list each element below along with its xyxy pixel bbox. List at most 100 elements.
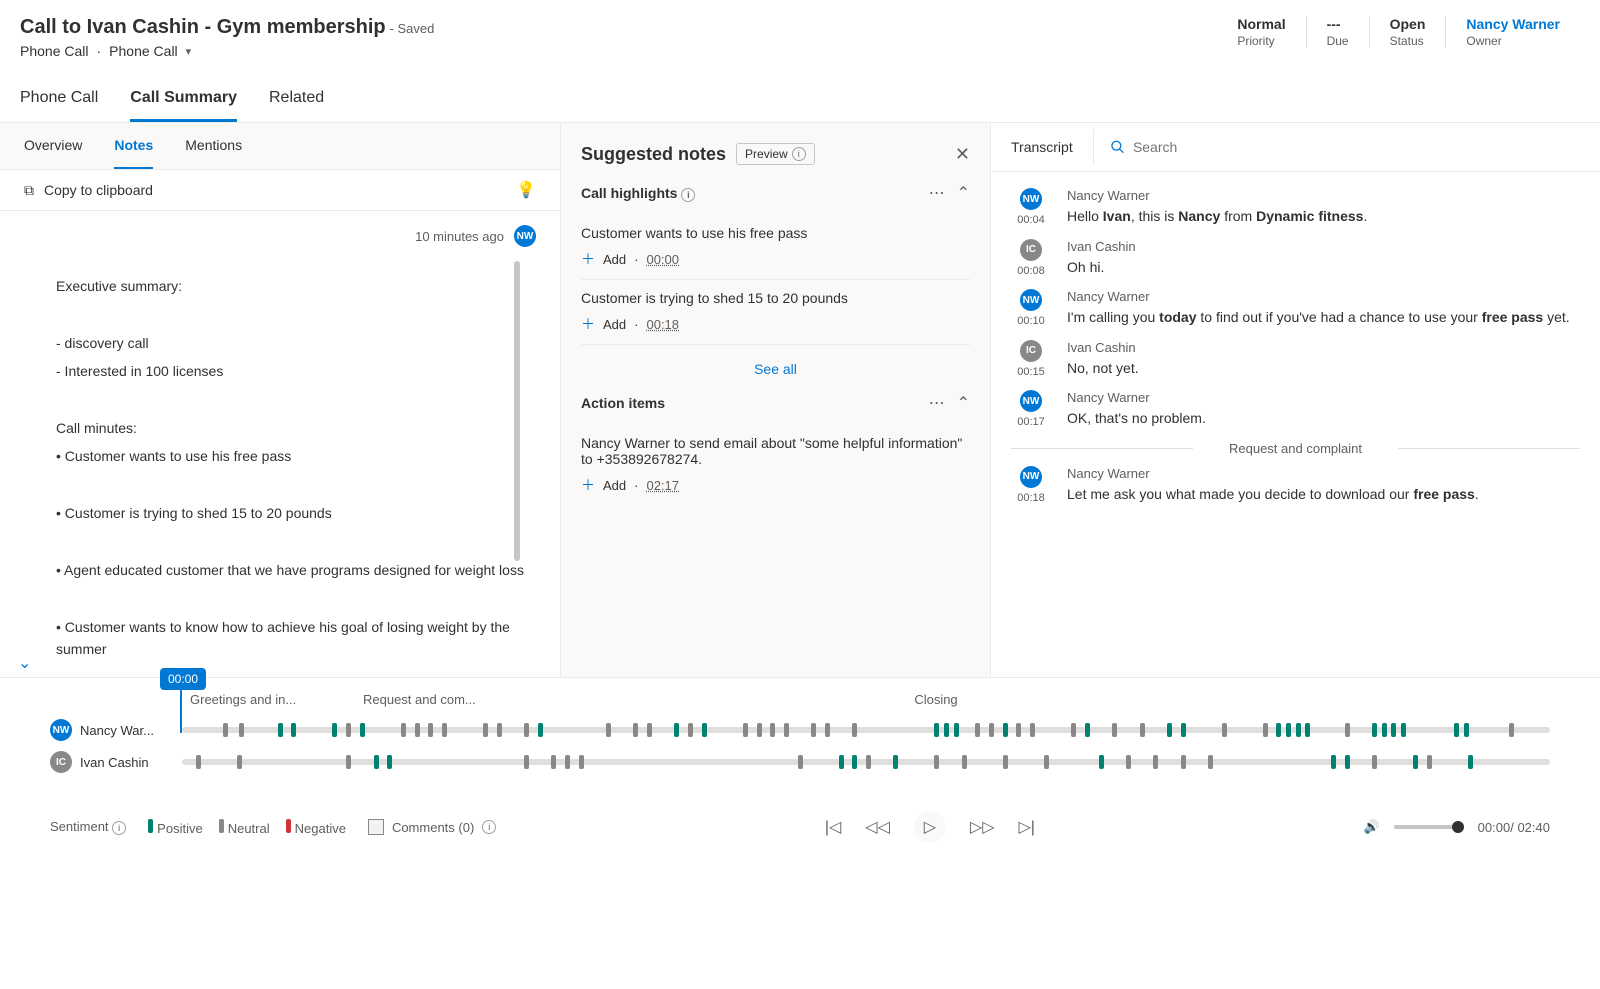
sentiment-blip bbox=[1382, 723, 1387, 737]
transcript-timestamp: 00:04 bbox=[1017, 214, 1045, 226]
add-button[interactable]: Add bbox=[603, 317, 626, 332]
sentiment-blip bbox=[551, 755, 556, 769]
transcript-row[interactable]: NW00:04Nancy WarnerHello Ivan, this is N… bbox=[1011, 188, 1580, 227]
note-line: • Agent educated customer that we have p… bbox=[56, 559, 536, 581]
transcript-row[interactable]: IC00:15Ivan CashinNo, not yet. bbox=[1011, 340, 1580, 379]
transcript-timestamp: 00:18 bbox=[1017, 492, 1045, 504]
sentiment-blip bbox=[934, 755, 939, 769]
segment-request[interactable]: Request and com... bbox=[363, 692, 528, 707]
transcript-row[interactable]: IC00:08Ivan CashinOh hi. bbox=[1011, 239, 1580, 278]
transcript-search[interactable] bbox=[1093, 129, 1600, 165]
speaker-avatar: NW bbox=[1020, 466, 1042, 488]
sentiment-blip bbox=[1391, 723, 1396, 737]
segment-closing[interactable]: Closing bbox=[536, 692, 1336, 707]
sentiment-blip bbox=[852, 755, 857, 769]
transcript-timestamp: 00:10 bbox=[1017, 315, 1045, 327]
search-input[interactable] bbox=[1133, 139, 1584, 155]
time-current: 00:00 bbox=[1478, 820, 1511, 835]
sentiment-blip bbox=[989, 723, 994, 737]
action-item-timestamp[interactable]: 02:17 bbox=[646, 478, 679, 493]
speaker-avatar: NW bbox=[1020, 289, 1042, 311]
skip-start-icon[interactable]: |◁ bbox=[825, 817, 841, 837]
speaker-name: Ivan Cashin bbox=[80, 755, 149, 770]
add-button[interactable]: Add bbox=[603, 478, 626, 493]
volume-slider[interactable] bbox=[1394, 825, 1464, 829]
speaker-track-ivan[interactable] bbox=[182, 759, 1550, 765]
transcript-heading: Transcript bbox=[991, 123, 1093, 171]
skip-end-icon[interactable]: ▷| bbox=[1019, 817, 1035, 837]
subtab-notes[interactable]: Notes bbox=[114, 123, 153, 169]
rewind-icon[interactable]: ◁◁ bbox=[865, 817, 890, 837]
transcript-row[interactable]: NW00:18Nancy WarnerLet me ask you what m… bbox=[1011, 466, 1580, 505]
info-icon[interactable]: i bbox=[681, 188, 695, 202]
form-name[interactable]: Phone Call bbox=[109, 43, 178, 59]
note-body[interactable]: Executive summary: - discovery call- Int… bbox=[0, 261, 560, 677]
subtab-overview[interactable]: Overview bbox=[24, 123, 82, 169]
forward-icon[interactable]: ▷▷ bbox=[970, 817, 995, 837]
chevron-down-icon[interactable]: ▾ bbox=[186, 45, 192, 58]
highlight-timestamp[interactable]: 00:00 bbox=[646, 252, 679, 267]
collapse-icon[interactable]: ⌃ bbox=[957, 393, 970, 413]
plus-icon[interactable]: ＋ bbox=[581, 314, 595, 334]
transcript-timestamp: 00:15 bbox=[1017, 366, 1045, 378]
play-button[interactable]: ▷ bbox=[914, 811, 946, 843]
note-line: Call minutes: bbox=[56, 417, 536, 439]
call-timeline: 00:00 Greetings and in... Request and co… bbox=[0, 678, 1600, 773]
tab-call-summary[interactable]: Call Summary bbox=[130, 77, 237, 122]
sentiment-blip bbox=[415, 723, 420, 737]
sentiment-blip bbox=[579, 755, 584, 769]
sentiment-blip bbox=[278, 723, 283, 737]
sentiment-blip bbox=[1181, 755, 1186, 769]
info-icon[interactable]: i bbox=[482, 820, 496, 834]
save-state: - Saved bbox=[390, 21, 435, 36]
author-avatar: NW bbox=[514, 225, 536, 247]
sentiment-legend: Positive Neutral Negative bbox=[148, 819, 346, 836]
subtab-mentions[interactable]: Mentions bbox=[185, 123, 242, 169]
transcript-message: Oh hi. bbox=[1067, 258, 1580, 278]
transcript-speaker: Nancy Warner bbox=[1067, 390, 1580, 405]
owner-link[interactable]: Nancy Warner bbox=[1466, 16, 1560, 32]
segment-greetings[interactable]: Greetings and in... bbox=[190, 692, 355, 707]
plus-icon[interactable]: ＋ bbox=[581, 475, 595, 495]
info-icon[interactable]: i bbox=[792, 147, 806, 161]
sentiment-blip bbox=[1464, 723, 1469, 737]
see-all-link[interactable]: See all bbox=[581, 345, 970, 393]
add-button[interactable]: Add bbox=[603, 252, 626, 267]
note-line: - Interested in 100 licenses bbox=[56, 360, 536, 382]
sentiment-blip bbox=[743, 723, 748, 737]
sentiment-blip bbox=[1427, 755, 1432, 769]
more-icon[interactable]: ⋯ bbox=[929, 183, 945, 203]
sentiment-blip bbox=[866, 755, 871, 769]
note-line bbox=[56, 531, 536, 553]
copy-icon: ⧉ bbox=[24, 182, 34, 199]
transcript-row[interactable]: NW00:17Nancy WarnerOK, that's no problem… bbox=[1011, 390, 1580, 429]
collapse-icon[interactable]: ⌃ bbox=[957, 183, 970, 203]
sentiment-blip bbox=[239, 723, 244, 737]
info-icon[interactable]: i bbox=[112, 821, 126, 835]
scrollbar-thumb[interactable] bbox=[514, 261, 520, 561]
comments-checkbox[interactable] bbox=[368, 819, 384, 835]
sentiment-blip bbox=[237, 755, 242, 769]
more-icon[interactable]: ⋯ bbox=[929, 393, 945, 413]
tab-phone-call[interactable]: Phone Call bbox=[20, 77, 98, 122]
speaker-avatar: IC bbox=[1020, 340, 1042, 362]
expand-chevron-icon[interactable]: ⌄ bbox=[18, 653, 31, 673]
plus-icon[interactable]: ＋ bbox=[581, 249, 595, 269]
transcript-speaker: Nancy Warner bbox=[1067, 289, 1580, 304]
transcript-row[interactable]: NW00:10Nancy WarnerI'm calling you today… bbox=[1011, 289, 1580, 328]
action-items-heading: Action items bbox=[581, 395, 665, 411]
sentiment-blip bbox=[1208, 755, 1213, 769]
volume-icon[interactable]: 🔊 bbox=[1363, 819, 1379, 835]
tab-related[interactable]: Related bbox=[269, 77, 324, 122]
note-line bbox=[56, 389, 536, 411]
speaker-track-nancy[interactable] bbox=[182, 727, 1550, 733]
lightbulb-icon[interactable]: 💡 bbox=[516, 180, 536, 200]
highlight-text: Customer is trying to shed 15 to 20 poun… bbox=[581, 290, 970, 306]
close-icon[interactable]: ✕ bbox=[955, 144, 970, 165]
sentiment-blip bbox=[346, 755, 351, 769]
copy-to-clipboard-button[interactable]: ⧉ Copy to clipboard bbox=[24, 182, 153, 199]
sentiment-blip bbox=[825, 723, 830, 737]
sentiment-blip bbox=[1305, 723, 1310, 737]
preview-badge: Preview i bbox=[736, 143, 815, 165]
highlight-timestamp[interactable]: 00:18 bbox=[646, 317, 679, 332]
